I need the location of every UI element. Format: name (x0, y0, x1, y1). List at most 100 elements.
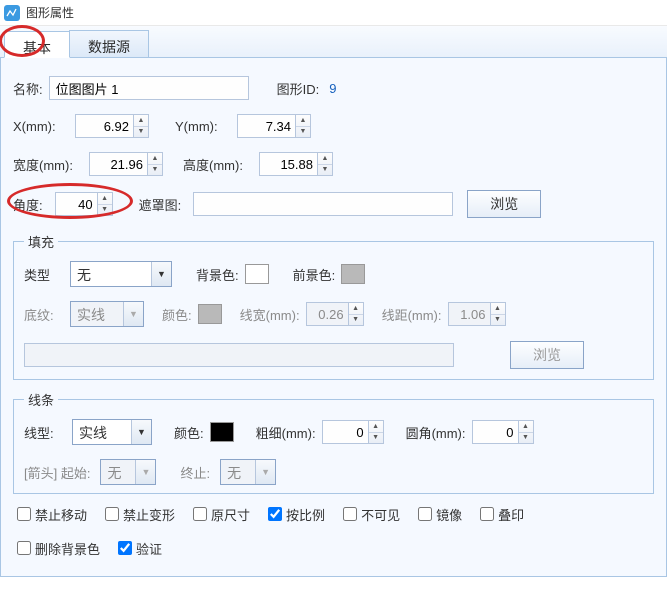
fill-type-drop-icon[interactable]: ▼ (151, 262, 171, 286)
angle-up[interactable]: ▲ (98, 193, 112, 205)
linewidth-down: ▼ (349, 315, 363, 326)
pattern-color-swatch (198, 304, 222, 324)
linewidth-up: ▲ (349, 303, 363, 315)
arrow-end-value: 无 (221, 460, 255, 484)
pattern-value: 实线 (71, 302, 123, 326)
angle-spinner[interactable]: ▲▼ (55, 192, 113, 216)
pattern-drop-icon: ▼ (123, 302, 143, 326)
app-icon (4, 5, 20, 21)
corner-spinner[interactable]: ▲▼ (472, 420, 534, 444)
height-down[interactable]: ▼ (318, 165, 332, 176)
linetype-combo[interactable]: 实线 ▼ (72, 419, 152, 445)
tab-bar: 基本 数据源 (0, 26, 667, 58)
arrow-end-combo: 无 ▼ (220, 459, 276, 485)
angle-input[interactable] (55, 192, 97, 216)
arrow-end-label: 终止: (180, 463, 210, 482)
arrow-start-label: [箭头] 起始: (24, 463, 90, 482)
mask-label: 遮罩图: (139, 195, 182, 214)
linetype-label: 线型: (24, 423, 66, 442)
chk-lock-move[interactable]: 禁止移动 (13, 504, 87, 524)
mask-browse-button[interactable]: 浏览 (467, 190, 541, 218)
width-input[interactable] (89, 152, 147, 176)
height-label: 高度(mm): (183, 155, 253, 174)
mask-input[interactable] (193, 192, 453, 216)
angle-label: 角度: (13, 195, 43, 214)
corner-input[interactable] (472, 420, 518, 444)
bgcolor-label: 背景色: (196, 265, 239, 284)
corner-down[interactable]: ▼ (519, 433, 533, 444)
arrow-start-value: 无 (101, 460, 135, 484)
pattern-color-label: 颜色: (162, 305, 192, 324)
strokewidth-spinner[interactable]: ▲▼ (322, 420, 384, 444)
x-input[interactable] (75, 114, 133, 138)
x-up[interactable]: ▲ (134, 115, 148, 127)
x-spinner[interactable]: ▲▼ (75, 114, 149, 138)
height-up[interactable]: ▲ (318, 153, 332, 165)
pattern-combo: 实线 ▼ (70, 301, 144, 327)
chk-validate[interactable]: 验证 (114, 538, 162, 558)
linegap-label: 线距(mm): (382, 305, 442, 324)
height-spinner[interactable]: ▲▼ (259, 152, 333, 176)
y-spinner[interactable]: ▲▼ (237, 114, 311, 138)
width-down[interactable]: ▼ (148, 165, 162, 176)
strokewidth-label: 粗细(mm): (256, 423, 316, 442)
x-label: X(mm): (13, 119, 69, 134)
strokewidth-up[interactable]: ▲ (369, 421, 383, 433)
tab-basic[interactable]: 基本 (4, 31, 70, 58)
fill-group: 填充 类型 无 ▼ 背景色: 前景色: 底纹: 实线 ▼ 颜色: 线宽(mm):… (13, 232, 654, 380)
height-input[interactable] (259, 152, 317, 176)
fill-type-label: 类型 (24, 265, 64, 284)
line-legend: 线条 (24, 390, 58, 409)
name-label: 名称: (13, 79, 43, 98)
width-spinner[interactable]: ▲▼ (89, 152, 163, 176)
linegap-up: ▲ (491, 303, 505, 315)
stroke-color-swatch[interactable] (210, 422, 234, 442)
arrow-end-drop-icon: ▼ (255, 460, 275, 484)
tab-datasource[interactable]: 数据源 (69, 30, 149, 57)
chk-remove-bg[interactable]: 删除背景色 (13, 538, 100, 558)
window-title: 图形属性 (26, 4, 74, 21)
angle-down[interactable]: ▼ (98, 205, 112, 216)
graphic-id-value: 9 (329, 81, 336, 96)
chk-proportional[interactable]: 按比例 (264, 504, 325, 524)
x-down[interactable]: ▼ (134, 127, 148, 138)
linetype-value: 实线 (73, 420, 131, 444)
width-up[interactable]: ▲ (148, 153, 162, 165)
y-down[interactable]: ▼ (296, 127, 310, 138)
chk-lock-resize[interactable]: 禁止变形 (101, 504, 175, 524)
fill-legend: 填充 (24, 232, 58, 251)
pattern-label: 底纹: (24, 305, 64, 324)
linewidth-label: 线宽(mm): (240, 305, 300, 324)
linegap-input (448, 302, 490, 326)
fill-type-combo[interactable]: 无 ▼ (70, 261, 172, 287)
linegap-down: ▼ (491, 315, 505, 326)
linetype-drop-icon[interactable]: ▼ (131, 420, 151, 444)
line-group: 线条 线型: 实线 ▼ 颜色: 粗细(mm): ▲▼ 圆角(mm): ▲▼ [箭… (13, 390, 654, 494)
strokewidth-input[interactable] (322, 420, 368, 444)
bgcolor-swatch[interactable] (245, 264, 269, 284)
linegap-spinner: ▲▼ (448, 302, 506, 326)
linewidth-input (306, 302, 348, 326)
options-row-2: 删除背景色 验证 (13, 538, 654, 566)
basic-panel: 名称: 图形ID: 9 X(mm): ▲▼ Y(mm): ▲▼ 宽度(mm): … (0, 58, 667, 577)
fgcolor-swatch[interactable] (341, 264, 365, 284)
window-titlebar: 图形属性 (0, 0, 667, 26)
options-row: 禁止移动 禁止变形 原尺寸 按比例 不可见 镜像 叠印 (13, 504, 654, 532)
linewidth-spinner: ▲▼ (306, 302, 364, 326)
chk-mirror[interactable]: 镜像 (414, 504, 462, 524)
width-label: 宽度(mm): (13, 155, 83, 174)
strokewidth-down[interactable]: ▼ (369, 433, 383, 444)
fill-type-value: 无 (71, 262, 151, 286)
chk-invisible[interactable]: 不可见 (339, 504, 400, 524)
y-up[interactable]: ▲ (296, 115, 310, 127)
corner-up[interactable]: ▲ (519, 421, 533, 433)
chk-orig-size[interactable]: 原尺寸 (189, 504, 250, 524)
chk-overprint[interactable]: 叠印 (476, 504, 524, 524)
stroke-color-label: 颜色: (174, 423, 204, 442)
y-label: Y(mm): (175, 119, 231, 134)
y-input[interactable] (237, 114, 295, 138)
arrow-start-combo: 无 ▼ (100, 459, 156, 485)
name-input[interactable] (49, 76, 249, 100)
fgcolor-label: 前景色: (293, 265, 336, 284)
texture-browse-button: 浏览 (510, 341, 584, 369)
